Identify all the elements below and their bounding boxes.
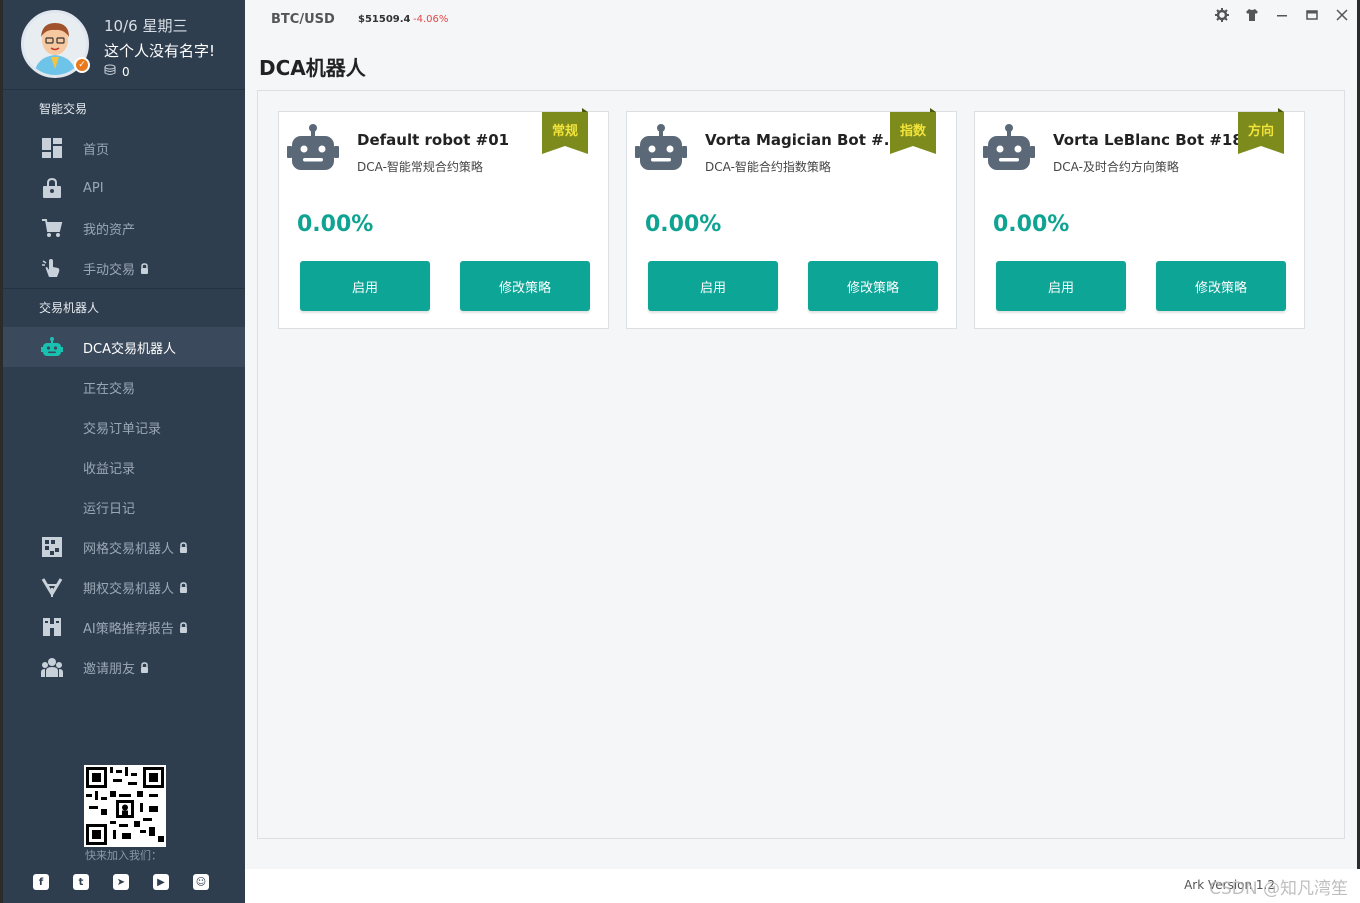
sidebar-item-label: 首页 [83, 142, 110, 158]
ribbon-tag-label: 指数 [899, 124, 926, 139]
sidebar-item-dca-robot[interactable]: DCA交易机器人 [3, 327, 245, 367]
robot-icon [39, 334, 65, 360]
sidebar-item-api[interactable]: API [3, 168, 245, 208]
enable-button[interactable]: 启用 [996, 261, 1126, 311]
facebook-icon[interactable]: f [33, 874, 49, 890]
social-links: f t ➤ ▶ ☺ [33, 874, 209, 890]
ticker-change: -4.06% [413, 14, 449, 25]
telegram-icon[interactable]: ➤ [113, 874, 129, 890]
ribbon-tag-label: 常规 [551, 124, 578, 139]
robot-card: Vorta Magician Bot #... DCA-智能合约指数策略 指数 … [626, 108, 957, 329]
robot-return-pct: 0.00% [297, 212, 374, 237]
sidebar-item-label: 我的资产 [83, 222, 136, 238]
edit-strategy-button[interactable]: 修改策略 [1156, 261, 1286, 311]
sidebar-item-label: 正在交易 [83, 381, 136, 397]
sidebar: ✓ 10/6 星期三 这个人没有名字! 0 智能交易 首页 API 我的资产 手… [3, 0, 245, 903]
sidebar-item-label: 运行日记 [83, 501, 136, 517]
cart-icon [39, 215, 65, 241]
edit-strategy-button[interactable]: 修改策略 [808, 261, 938, 311]
sidebar-item-invite-friends[interactable]: 邀请朋友 [3, 647, 245, 687]
sidebar-item-run-log[interactable]: 运行日记 [3, 487, 245, 527]
gear-icon[interactable] [1214, 7, 1230, 23]
sidebar-item-label: 网格交易机器人 [83, 541, 175, 557]
report-icon [39, 614, 65, 640]
dashboard-icon [39, 135, 65, 161]
sidebar-item-label: 手动交易 [83, 262, 136, 278]
sidebar-item-profit-history[interactable]: 收益记录 [3, 447, 245, 487]
profile-header: ✓ 10/6 星期三 这个人没有名字! 0 [3, 0, 245, 90]
edit-strategy-button[interactable]: 修改策略 [460, 261, 590, 311]
robot-card: Vorta LeBlanc Bot #18 DCA-及时合约方向策略 方向 0.… [974, 108, 1305, 329]
lock-icon [179, 541, 188, 553]
lock-icon [140, 661, 149, 673]
section-title-smart-trading: 智能交易 [39, 102, 88, 116]
robot-strategy: DCA-智能常规合约策略 [357, 160, 483, 174]
app-window: ✓ 10/6 星期三 这个人没有名字! 0 智能交易 首页 API 我的资产 手… [0, 0, 1360, 903]
watermark: CSDN @知凡湾笙 [1209, 879, 1348, 899]
minimize-icon[interactable] [1274, 7, 1290, 23]
sidebar-item-label: 交易订单记录 [83, 421, 162, 437]
page-title: DCA机器人 [259, 56, 366, 80]
options-icon [39, 574, 65, 600]
robot-name: Vorta Magician Bot #... [705, 131, 901, 149]
sidebar-item-label: DCA交易机器人 [83, 341, 176, 357]
enable-button[interactable]: 启用 [300, 261, 430, 311]
footer: Ark Version 1.2 CSDN @知凡湾笙 [245, 869, 1360, 903]
sidebar-item-ai-report[interactable]: AI策略推荐报告 [3, 607, 245, 647]
sidebar-item-order-history[interactable]: 交易订单记录 [3, 407, 245, 447]
lock-box-icon [39, 175, 65, 201]
people-icon [39, 654, 65, 680]
section-title-trading-robots: 交易机器人 [39, 301, 100, 315]
lock-icon [140, 262, 149, 274]
ribbon-tag-label: 方向 [1247, 124, 1274, 139]
sidebar-item-assets[interactable]: 我的资产 [3, 208, 245, 248]
sidebar-item-trading-now[interactable]: 正在交易 [3, 367, 245, 407]
ticker-price: $51509.4 [358, 14, 411, 25]
robot-icon [635, 122, 687, 176]
skin-icon[interactable] [1244, 7, 1260, 23]
topbar: BTC/USD $51509.4 -4.06% [245, 0, 1360, 40]
robot-icon [983, 122, 1035, 176]
lock-icon [179, 581, 188, 593]
profile-coins: 0 [104, 64, 130, 79]
sidebar-item-label: AI策略推荐报告 [83, 621, 174, 637]
robot-card: Default robot #01 DCA-智能常规合约策略 常规 0.00% … [278, 108, 609, 329]
sidebar-item-label: 邀请朋友 [83, 661, 136, 677]
sidebar-item-label: 期权交易机器人 [83, 581, 175, 597]
ticker-pair: BTC/USD [271, 12, 335, 27]
lock-icon [179, 621, 188, 633]
hand-cursor-icon [39, 255, 65, 281]
robot-strategy: DCA-及时合约方向策略 [1053, 160, 1179, 174]
robot-return-pct: 0.00% [645, 212, 722, 237]
maximize-icon[interactable] [1304, 7, 1320, 23]
grid-icon [39, 534, 65, 560]
enable-button[interactable]: 启用 [648, 261, 778, 311]
close-icon[interactable] [1334, 7, 1350, 23]
sidebar-item-grid-robot[interactable]: 网格交易机器人 [3, 527, 245, 567]
sidebar-item-label: API [83, 180, 104, 196]
profile-date: 10/6 星期三 [104, 17, 188, 35]
qr-caption: 快来加入我们： [85, 849, 162, 862]
sidebar-item-label: 收益记录 [83, 461, 136, 477]
robot-name: Vorta LeBlanc Bot #18 [1053, 131, 1243, 149]
verified-badge-icon: ✓ [74, 57, 90, 73]
sidebar-item-home[interactable]: 首页 [3, 128, 245, 168]
discord-icon[interactable]: ☺ [193, 874, 209, 890]
robot-name: Default robot #01 [357, 131, 510, 149]
robot-return-pct: 0.00% [993, 212, 1070, 237]
robot-icon [287, 122, 339, 176]
qr-code [84, 765, 166, 847]
twitter-icon[interactable]: t [73, 874, 89, 890]
coin-stack-icon [104, 64, 116, 79]
coin-count: 0 [122, 64, 130, 79]
window-controls [1214, 7, 1350, 23]
youtube-icon[interactable]: ▶ [153, 874, 169, 890]
profile-name[interactable]: 这个人没有名字! [104, 40, 215, 61]
robot-strategy: DCA-智能合约指数策略 [705, 160, 831, 174]
sidebar-item-manual-trading[interactable]: 手动交易 [3, 248, 245, 288]
sidebar-item-options-robot[interactable]: 期权交易机器人 [3, 567, 245, 607]
